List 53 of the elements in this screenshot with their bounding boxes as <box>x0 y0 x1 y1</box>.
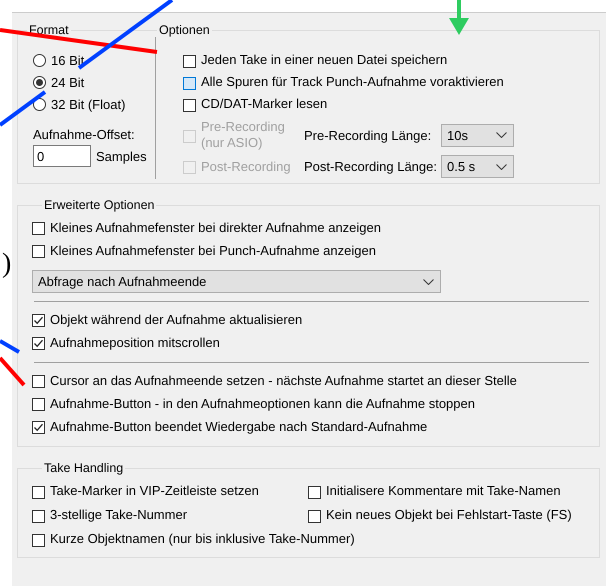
group-title: Erweiterte Optionen <box>43 198 156 212</box>
checkbox[interactable] <box>32 421 45 434</box>
checkbox[interactable] <box>308 510 321 522</box>
group-title: Take Handling <box>43 461 124 475</box>
dropdown[interactable]: Abfrage nach Aufnahmeende <box>32 270 441 293</box>
checkbox[interactable] <box>183 98 196 112</box>
checkbox-label: CD/DAT-Marker lesen <box>201 96 328 112</box>
stray-text: ) <box>2 248 12 280</box>
unit-label: Samples <box>96 148 147 164</box>
checkbox-label: Cursor an das Aufnahmeende setzen - nächste Aufnahme startet an dieser Stelle <box>50 372 517 388</box>
chevron-down-icon <box>496 164 507 170</box>
checkbox-label: Post-Recording <box>201 158 292 174</box>
radio-label: 24 Bit <box>51 74 84 90</box>
field-label: Post-Recording Länge: <box>304 159 438 174</box>
checkbox[interactable] <box>32 534 45 546</box>
checkbox-label: Jeden Take in einer neuen Datei speichern <box>201 52 448 68</box>
offset-field[interactable]: 0 <box>33 145 91 167</box>
checkbox[interactable] <box>183 76 196 90</box>
checkbox[interactable] <box>308 486 321 498</box>
radio-button[interactable] <box>33 54 46 66</box>
checkbox[interactable] <box>32 486 45 498</box>
radio-label: 32 Bit (Float) <box>51 96 126 112</box>
checkbox-label: Kein neues Objekt bei Fehlstart-Taste (FS) <box>326 507 572 523</box>
checkbox[interactable] <box>32 337 45 350</box>
checkbox-label: Objekt während der Aufnahme aktualisieren <box>50 312 302 328</box>
checkbox-label: Kleines Aufnahmefenster bei Punch-Aufnahme anzeigen <box>50 242 376 258</box>
annotation-line <box>0 356 26 386</box>
checkbox-label: Alle Spuren für Track Punch-Aufnahme voraktivieren <box>201 74 504 90</box>
checkbox[interactable] <box>32 245 45 258</box>
group-title: Optionen <box>157 23 212 37</box>
checkbox-label: Aufnahme-Button - in den Aufnahmeoptionen kann die Aufnahme stoppen <box>50 396 475 412</box>
checkbox[interactable] <box>32 510 45 522</box>
checkbox-label: Initialisere Kommentare mit Take-Namen <box>326 483 561 499</box>
checkbox-label: Take-Marker in VIP-Zeitleiste setzen <box>50 483 259 499</box>
checkbox-label: Aufnahme-Button beendet Wiedergabe nach Standard-Aufnahme <box>50 418 428 434</box>
checkbox[interactable] <box>32 314 45 327</box>
radio-label: 16 Bit <box>51 52 84 68</box>
checkbox[interactable] <box>183 54 196 68</box>
radio-button[interactable] <box>33 76 46 88</box>
field-label: Aufnahme-Offset: <box>33 127 135 142</box>
checkbox-label: 3-stellige Take-Nummer <box>50 507 188 523</box>
checkbox[interactable] <box>32 398 45 411</box>
chevron-down-icon <box>496 132 507 138</box>
checkbox-label: Kurze Objektnamen (nur bis inklusive Take-Nummer) <box>50 531 355 547</box>
field-label: Pre-Recording Länge: <box>304 128 432 142</box>
annotation-arrow <box>449 0 469 35</box>
checkbox-label: Aufnahmeposition mitscrollen <box>50 334 220 350</box>
checkbox-label: Kleines Aufnahmefenster bei direkter Aufnahme anzeigen <box>50 220 381 236</box>
checkbox-label: Pre-Recording (nur ASIO) <box>201 119 286 151</box>
annotation-line <box>0 339 20 354</box>
checkbox[interactable] <box>32 375 45 388</box>
chevron-down-icon <box>423 278 434 284</box>
checkbox[interactable] <box>32 222 45 235</box>
